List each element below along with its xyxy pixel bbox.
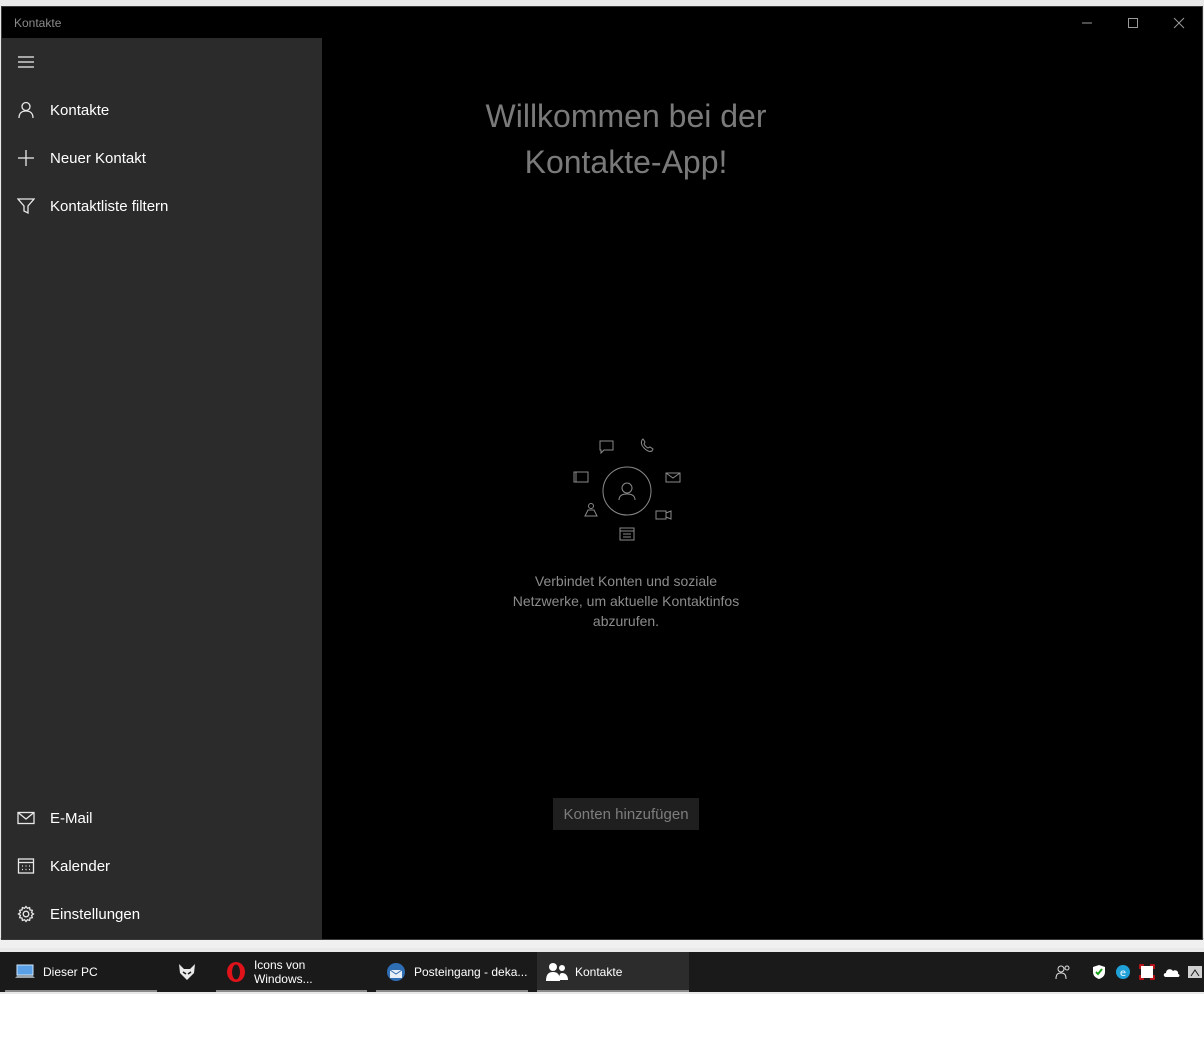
nav-item-label: Neuer Kontakt (50, 149, 146, 167)
shield-icon[interactable] (1089, 960, 1109, 984)
running-indicator (537, 990, 689, 992)
svg-text:e: e (1120, 968, 1126, 979)
plus-icon (2, 134, 50, 182)
close-button[interactable] (1156, 7, 1202, 38)
minimize-button[interactable] (1064, 7, 1110, 38)
tablet-icon (573, 471, 589, 483)
description-line: abzurufen. (592, 613, 660, 629)
capture-icon[interactable] (1137, 960, 1157, 984)
description-text: Verbindet Konten und soziale Netzwerke, … (486, 571, 766, 631)
taskbar: Dieser PC Icons von Windows... Posteinga… (0, 952, 1204, 992)
kontakte-window: Kontakte Kontakte Neuer Kontakt Kontaktl… (1, 6, 1203, 940)
taskbar-item-kontakte[interactable]: Kontakte (537, 952, 689, 992)
main-content: Willkommen bei der Kontakte-App! Verbind… (322, 38, 1202, 939)
title-bar[interactable]: Kontakte (2, 7, 1202, 38)
app-tray-icon[interactable] (1185, 960, 1204, 984)
maximize-button[interactable] (1110, 7, 1156, 38)
taskbar-item-thunderbird[interactable]: Posteingang - deka... (376, 952, 528, 992)
thunderbird-icon (384, 960, 408, 984)
mail-icon (2, 794, 50, 842)
running-indicator (5, 990, 157, 992)
taskbar-item-label: Dieser PC (43, 965, 98, 979)
map-pin-icon (584, 503, 598, 517)
welcome-heading: Willkommen bei der Kontakte-App! (322, 93, 930, 185)
hamburger-menu-button[interactable] (2, 38, 50, 86)
taskbar-item-dieser-pc[interactable]: Dieser PC (5, 952, 157, 992)
video-icon (655, 510, 672, 520)
running-indicator (376, 990, 528, 992)
add-accounts-button[interactable]: Konten hinzufügen (553, 798, 699, 830)
nav-item-neuer-kontakt[interactable]: Neuer Kontakt (2, 134, 322, 182)
nav-item-kalender[interactable]: Kalender (2, 842, 322, 890)
nav-item-einstellungen[interactable]: Einstellungen (2, 890, 322, 938)
contacts-illustration (562, 436, 692, 546)
running-indicator (216, 990, 367, 992)
person-circle-icon (602, 466, 652, 516)
onedrive-icon[interactable] (1161, 960, 1181, 984)
nav-item-kontakte[interactable]: Kontakte (2, 86, 322, 134)
nav-item-label: Kontakte (50, 101, 110, 119)
nav-item-label: Kalender (50, 857, 111, 875)
window-title: Kontakte (14, 16, 62, 30)
taskbar-item-label: Kontakte (575, 965, 623, 979)
taskbar-item-opera[interactable]: Icons von Windows... (216, 952, 367, 992)
welcome-line: Kontakte-App! (524, 144, 728, 180)
filter-icon (2, 182, 50, 230)
description-line: Netzwerke, um aktuelle Kontaktinfos (512, 593, 740, 609)
taskbar-item-label: Posteingang - deka... (414, 965, 528, 979)
nav-item-kontaktliste-filtern[interactable]: Kontaktliste filtern (2, 182, 322, 230)
computer-icon (13, 960, 37, 984)
opera-icon (224, 960, 248, 984)
edge-icon[interactable]: e (1113, 960, 1133, 984)
welcome-line: Willkommen bei der (485, 98, 767, 134)
person-icon (2, 86, 50, 134)
taskbar-item-label: Icons von Windows... (253, 958, 313, 986)
nav-item-email[interactable]: E-Mail (2, 794, 322, 842)
nav-item-label: Kontaktliste filtern (50, 197, 169, 215)
hamburger-icon (18, 56, 34, 68)
nav-item-label: E-Mail (50, 809, 93, 827)
nav-item-label: Einstellungen (50, 905, 141, 923)
gear-icon (2, 890, 50, 938)
people-icon (545, 960, 569, 984)
navigation-pane: Kontakte Neuer Kontakt Kontaktliste filt… (2, 38, 322, 939)
close-icon (1173, 17, 1185, 28)
people-tray-icon[interactable] (1053, 960, 1073, 984)
fox-app-icon (176, 960, 198, 984)
mail-small-icon (665, 472, 681, 483)
description-line: Verbindet Konten und soziale (534, 573, 718, 589)
taskbar-item-fox-app[interactable] (168, 952, 204, 992)
chat-icon (599, 440, 614, 455)
minimize-icon (1082, 22, 1092, 23)
maximize-icon (1128, 17, 1138, 28)
calendar-small-icon (619, 527, 635, 541)
calendar-icon (2, 842, 50, 890)
phone-icon (640, 438, 654, 452)
